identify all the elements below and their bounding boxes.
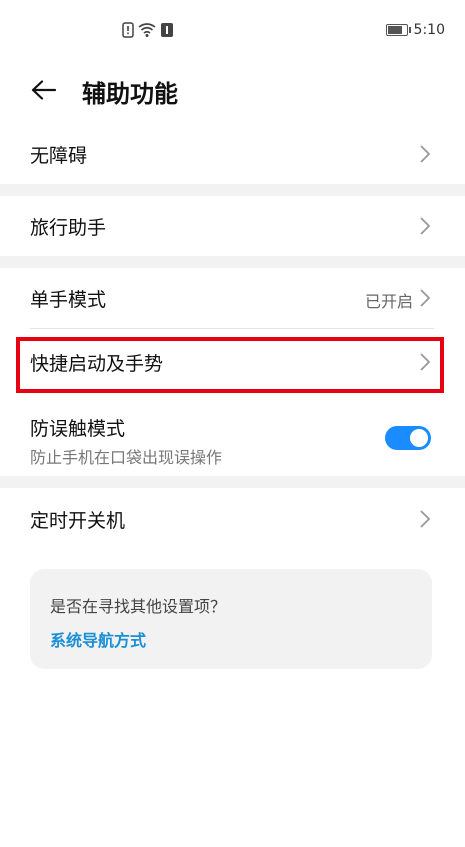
status-icons [122, 22, 174, 42]
row-label: 防误触模式 [30, 418, 126, 440]
page-title: 辅助功能 [82, 80, 178, 108]
settings-row-one-hand-mode[interactable]: 单手模式 已开启 [0, 268, 465, 328]
back-arrow-icon [31, 80, 57, 100]
notification-icon [160, 22, 174, 42]
battery-icon [385, 24, 411, 36]
chevron-right-icon [420, 289, 431, 307]
status-right: 5:10 [385, 22, 445, 38]
row-label: 定时开关机 [30, 510, 126, 532]
toggle-knob [410, 429, 428, 447]
settings-row-scheduled-power[interactable]: 定时开关机 [0, 488, 465, 548]
row-value: 已开启 [364, 292, 413, 311]
row-sublabel: 防止手机在口袋出现误操作 [30, 448, 223, 467]
suggestion-link[interactable]: 系统导航方式 [50, 627, 146, 651]
status-time: 5:10 [413, 22, 445, 38]
settings-row-accessibility[interactable]: 无障碍 [0, 124, 465, 184]
suggestion-card: 是否在寻找其他设置项？ 系统导航方式 [30, 569, 432, 669]
status-bar: 5:10 [0, 0, 465, 62]
row-label: 旅行助手 [30, 217, 107, 239]
row-label: 无障碍 [30, 145, 88, 167]
settings-row-travel-assistant[interactable]: 旅行助手 [0, 196, 465, 256]
section-gap [0, 184, 465, 196]
chevron-right-icon [420, 145, 431, 163]
chevron-right-icon [420, 510, 431, 528]
chevron-right-icon [420, 217, 431, 235]
row-divider [30, 328, 434, 329]
wifi-icon [138, 22, 156, 42]
back-button[interactable] [28, 74, 60, 106]
sim-alert-icon [122, 22, 134, 42]
suggestion-question: 是否在寻找其他设置项？ [50, 597, 227, 616]
pocket-mode-toggle[interactable] [385, 426, 431, 450]
row-label: 单手模式 [30, 289, 107, 311]
section-gap [0, 476, 465, 488]
highlight-box [16, 337, 444, 393]
section-gap [0, 256, 465, 268]
page-header: 辅助功能 [0, 62, 465, 118]
